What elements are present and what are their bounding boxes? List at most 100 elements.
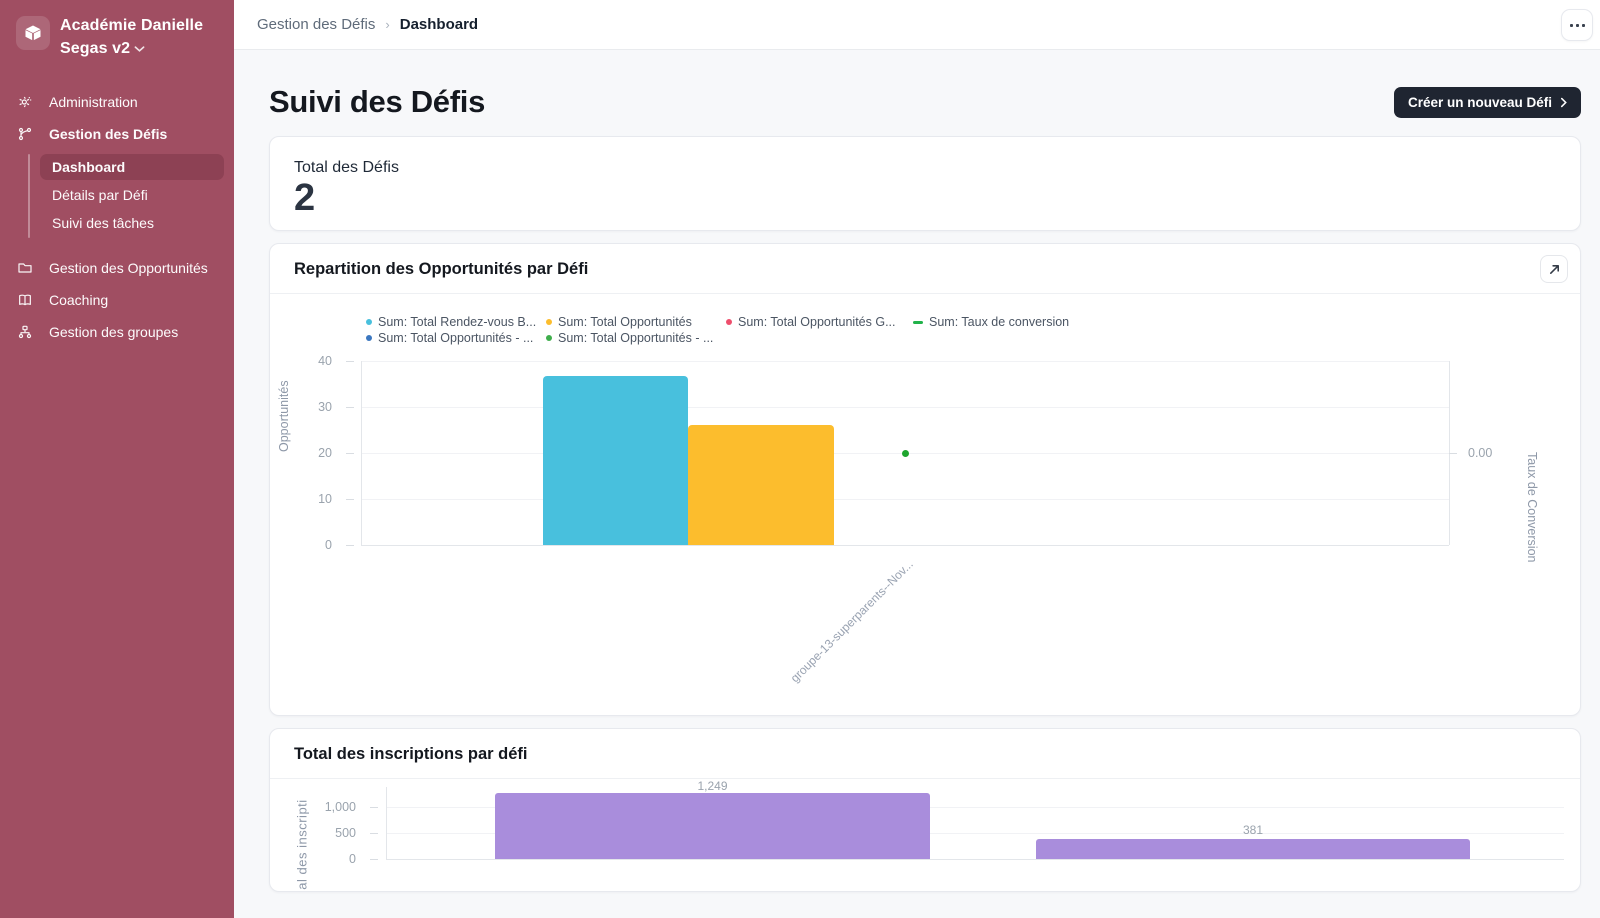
create-defi-button[interactable]: Créer un nouveau Défi bbox=[1394, 87, 1581, 118]
submenu-tree-line bbox=[28, 154, 30, 238]
legend-marker bbox=[546, 335, 552, 341]
chevron-right-icon: › bbox=[385, 17, 389, 32]
tick-mark bbox=[346, 407, 354, 408]
y-tick: 10 bbox=[298, 492, 332, 506]
tick-mark bbox=[346, 545, 354, 546]
tick-mark bbox=[370, 807, 378, 808]
legend-item[interactable]: Sum: Total Opportunités G... bbox=[726, 315, 895, 329]
legend-label: Sum: Total Rendez-vous B... bbox=[378, 315, 536, 329]
legend-item[interactable]: Sum: Total Opportunités bbox=[546, 315, 692, 329]
chart-title: Total des inscriptions par défi bbox=[294, 745, 1556, 764]
legend-label: Sum: Total Opportunités G... bbox=[738, 315, 895, 329]
tick-mark bbox=[370, 859, 378, 860]
sidebar-item-label: Gestion des Opportunités bbox=[49, 260, 208, 276]
book-icon bbox=[16, 292, 33, 308]
legend-label: Sum: Total Opportunités - ... bbox=[558, 331, 713, 345]
sidebar-item-gestion-des-groupes[interactable]: Gestion des groupes bbox=[0, 316, 234, 348]
brand-logo-cube-icon bbox=[16, 16, 50, 50]
bar-total-opportunites[interactable] bbox=[688, 425, 834, 545]
sidebar-submenu: Dashboard Détails par Défi Suivi des tâc… bbox=[0, 150, 234, 244]
sidebar-item-administration[interactable]: Administration bbox=[0, 86, 234, 118]
legend-item[interactable]: Sum: Total Opportunités - ... bbox=[366, 331, 533, 345]
bar-inscriptions-2[interactable] bbox=[1036, 839, 1470, 859]
breadcrumb-parent[interactable]: Gestion des Défis bbox=[257, 16, 375, 33]
sidebar-item-label: Gestion des Défis bbox=[49, 126, 167, 142]
folder-icon bbox=[16, 260, 33, 276]
chart-title: Repartition des Opportunités par Défi bbox=[294, 260, 1556, 279]
y-axis-title: al des inscripti bbox=[295, 785, 310, 892]
y-tick: 40 bbox=[298, 354, 332, 368]
sidebar-subitem-details-par-defi[interactable]: Détails par Défi bbox=[40, 182, 224, 208]
breadcrumb-current: Dashboard bbox=[400, 16, 478, 33]
bar-inscriptions-1[interactable] bbox=[495, 793, 930, 859]
main-area: Gestion des Défis › Dashboard Suivi des … bbox=[234, 0, 1600, 918]
y-tick: 0 bbox=[310, 852, 356, 866]
sidebar-subitem-suivi-des-taches[interactable]: Suivi des tâches bbox=[40, 210, 224, 236]
y-axis-title: Opportunités bbox=[277, 380, 291, 452]
gear-icon bbox=[16, 94, 33, 110]
tick-mark bbox=[370, 833, 378, 834]
tick-mark bbox=[346, 499, 354, 500]
chart-card-header: Total des inscriptions par défi bbox=[270, 729, 1580, 779]
sidebar: Académie Danielle Segas v2 Administratio… bbox=[0, 0, 234, 918]
chart-card-header: Repartition des Opportunités par Défi bbox=[270, 244, 1580, 294]
legend-marker bbox=[913, 321, 923, 324]
sidebar-item-gestion-des-opportunites[interactable]: Gestion des Opportunités bbox=[0, 252, 234, 284]
taux-conversion-point[interactable] bbox=[902, 450, 909, 457]
y2-tick: 0.00 bbox=[1468, 446, 1508, 460]
sidebar-item-gestion-des-defis[interactable]: Gestion des Défis bbox=[0, 118, 234, 150]
opportunites-chart-card: Repartition des Opportunités par Défi Su… bbox=[269, 243, 1581, 716]
y-tick: 30 bbox=[298, 400, 332, 414]
create-defi-label: Créer un nouveau Défi bbox=[1408, 95, 1552, 110]
ellipsis-icon bbox=[1570, 24, 1585, 27]
legend-item[interactable]: Sum: Total Rendez-vous B... bbox=[366, 315, 536, 329]
legend-marker bbox=[366, 319, 372, 325]
y-tick: 20 bbox=[298, 446, 332, 460]
ellipsis-menu-button[interactable] bbox=[1561, 9, 1593, 41]
chart-area[interactable]: Sum: Total Rendez-vous B... Sum: Total O… bbox=[270, 294, 1580, 715]
brand-name: Académie Danielle Segas v2 bbox=[60, 14, 220, 60]
x-axis-line bbox=[386, 859, 1564, 860]
sidebar-item-label: Coaching bbox=[49, 292, 108, 308]
stat-label: Total des Défis bbox=[294, 159, 1556, 177]
sidebar-item-label: Gestion des groupes bbox=[49, 324, 178, 340]
gridline bbox=[361, 499, 1449, 500]
expand-chart-button[interactable] bbox=[1540, 255, 1568, 283]
org-chart-icon bbox=[16, 324, 33, 340]
legend-marker bbox=[366, 335, 372, 341]
legend-label: Sum: Taux de conversion bbox=[929, 315, 1069, 329]
tick-mark bbox=[346, 453, 354, 454]
chevron-right-icon bbox=[1560, 97, 1567, 108]
sidebar-nav: Administration Gestion des Défis Dashboa… bbox=[0, 86, 234, 348]
chart-area[interactable]: al des inscripti 1,000 500 0 1,249 381 bbox=[270, 779, 1580, 891]
y-tick: 1,000 bbox=[310, 800, 356, 814]
inscriptions-chart-card: Total des inscriptions par défi al des i… bbox=[269, 728, 1581, 892]
y-tick: 500 bbox=[310, 826, 356, 840]
branch-icon bbox=[16, 126, 33, 142]
legend-label: Sum: Total Opportunités bbox=[558, 315, 692, 329]
tick-mark bbox=[1449, 453, 1457, 454]
y-tick: 0 bbox=[298, 538, 332, 552]
brand[interactable]: Académie Danielle Segas v2 bbox=[0, 0, 234, 60]
legend-item[interactable]: Sum: Total Opportunités - ... bbox=[546, 331, 713, 345]
gridline bbox=[361, 407, 1449, 408]
legend-marker bbox=[546, 319, 552, 325]
bar-rendez-vous[interactable] bbox=[543, 376, 688, 545]
page-content: Suivi des Défis Créer un nouveau Défi To… bbox=[234, 50, 1600, 892]
stat-value: 2 bbox=[294, 177, 1556, 221]
bar-value-label: 381 bbox=[1036, 823, 1470, 837]
y-axis-line bbox=[386, 787, 387, 859]
sidebar-subitem-dashboard[interactable]: Dashboard bbox=[40, 154, 224, 180]
legend-label: Sum: Total Opportunités - ... bbox=[378, 331, 533, 345]
legend-item[interactable]: Sum: Taux de conversion bbox=[913, 315, 1069, 329]
arrow-up-right-icon bbox=[1548, 263, 1561, 276]
x-axis-line bbox=[361, 545, 1449, 546]
title-row: Suivi des Défis Créer un nouveau Défi bbox=[269, 84, 1581, 120]
top-bar: Gestion des Défis › Dashboard bbox=[234, 0, 1600, 50]
sidebar-item-coaching[interactable]: Coaching bbox=[0, 284, 234, 316]
sidebar-item-label: Administration bbox=[49, 94, 138, 110]
total-defis-card: Total des Défis 2 bbox=[269, 136, 1581, 231]
bar-value-label: 1,249 bbox=[495, 779, 930, 793]
page-title: Suivi des Défis bbox=[269, 84, 485, 120]
legend-marker bbox=[726, 319, 732, 325]
